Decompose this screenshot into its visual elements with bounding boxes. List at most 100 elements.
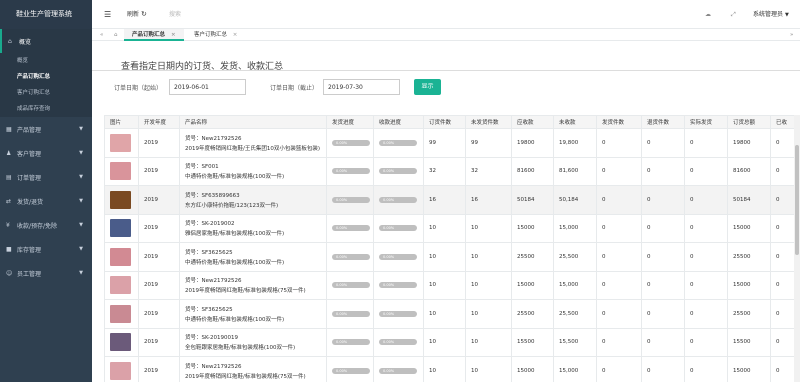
pay-progress-bar: 0.00% (379, 339, 417, 346)
col-header[interactable]: 开发年度 (138, 115, 180, 129)
unpaid-cell-value: 19,800 (559, 139, 579, 146)
paid-cell-value: 0 (776, 139, 780, 146)
actual-shipped-cell: 0 (684, 128, 728, 158)
refresh-button[interactable]: 刷新 ↻ (127, 0, 147, 29)
product-thumbnail[interactable] (110, 162, 131, 181)
pay-progress-cell: 0.00% (373, 128, 424, 158)
product-thumbnail[interactable] (110, 276, 131, 295)
order-qty-cell: 32 (423, 156, 466, 186)
col-header[interactable]: 应收款 (511, 115, 554, 129)
year-cell-value: 2019 (144, 196, 158, 203)
shipped-qty-cell-value: 0 (602, 139, 606, 146)
unpaid-cell: 25,500 (553, 242, 597, 272)
scrollbar[interactable] (794, 115, 800, 382)
col-header[interactable]: 产品名称 (179, 115, 327, 129)
col-header[interactable]: 订货总额 (727, 115, 771, 129)
shipped-qty-cell: 0 (596, 327, 642, 357)
order-qty-cell: 16 (423, 185, 466, 215)
sidebar-item-overview[interactable]: ⌂ 概览 (0, 29, 92, 53)
order-total-cell-value: 50184 (733, 196, 751, 203)
close-icon[interactable]: × (171, 32, 176, 38)
order-qty-cell-value: 10 (429, 339, 436, 346)
product-thumbnail[interactable] (110, 190, 131, 209)
tabs-scroll-right-icon[interactable]: » (782, 29, 800, 41)
unpaid-cell-value: 15,500 (559, 339, 579, 346)
col-header[interactable]: 退货件数 (641, 115, 685, 129)
col-header[interactable]: 发货件数 (596, 115, 642, 129)
product-thumbnail[interactable] (110, 333, 131, 352)
product-thumbnail[interactable] (110, 247, 131, 266)
product-name-cell: 货号：SF635899663 东方红小康特价拖鞋/123(123双一件) (179, 185, 327, 215)
submenu-product-order-summary[interactable]: 产品订购汇总 (0, 69, 92, 85)
ship-progress-cell: 0.00% (326, 128, 374, 158)
shipped-qty-cell-value: 0 (602, 282, 606, 289)
table-row[interactable]: 2019 货号：SK-20190019 全包鞋跟家居拖鞋/标准包装规格(100双一件… (104, 327, 800, 357)
sidebar-item-customers[interactable]: ♟ 客户管理 ▼ (0, 141, 92, 165)
table-row[interactable]: 2019 货号：SF3625625 中通特价拖鞋/标准包装规格(100双一件) 0.0… (104, 242, 800, 272)
divider (92, 70, 800, 71)
fullscreen-icon[interactable]: ⤢ (731, 0, 736, 29)
submenu-inventory-query[interactable]: 成品库存查询 (0, 101, 92, 117)
receivable-cell: 50184 (511, 185, 554, 215)
table-row[interactable]: 2019 货号：SF3625625 中通特价拖鞋/标准包装规格(100双一件) 0.0… (104, 299, 800, 329)
table-row[interactable]: 2019 货号：New21792526 2019年度畅销网红拖鞋/标准包装规格(75… (104, 270, 800, 300)
menu-toggle-icon[interactable]: ☰ (104, 0, 111, 29)
col-header[interactable]: 收款进度 (373, 115, 424, 129)
theme-icon[interactable]: ☁ (705, 0, 711, 29)
pay-progress-bar: 0.00% (379, 282, 417, 289)
table-row[interactable]: 2019 货号：New21792526 2019年度畅销网红拖鞋/标准包装规格(75… (104, 356, 800, 382)
year-cell-value: 2019 (144, 367, 158, 374)
show-button[interactable]: 显示 (414, 79, 441, 95)
sidebar-item-staff[interactable]: ☺ 员工管理 ▼ (0, 261, 92, 285)
sidebar-item-shipping[interactable]: ⇄ 发货/退货 ▼ (0, 189, 92, 213)
receivable-cell-value: 25500 (517, 253, 535, 260)
table-row[interactable]: 2019 货号：SF635899663 东方红小康特价拖鞋/123(123双一件) 0… (104, 185, 800, 215)
order-total-cell: 25500 (727, 299, 771, 329)
home-tab-icon[interactable]: ⌂ (106, 29, 126, 41)
users-icon: ♟ (6, 149, 12, 157)
order-total-cell-value: 15500 (733, 339, 751, 346)
table-row[interactable]: 2019 货号：SF001 中通特价拖鞋/标准包装规格(100双一件) 0.00% 0.… (104, 156, 800, 186)
sidebar-item-inventory[interactable]: ■ 库存管理 ▼ (0, 237, 92, 261)
col-header[interactable]: 实际发货 (684, 115, 728, 129)
order-total-cell-value: 15000 (733, 225, 751, 232)
order-total-cell-value: 15000 (733, 367, 751, 374)
actual-shipped-cell: 0 (684, 156, 728, 186)
product-thumbnail[interactable] (110, 304, 131, 323)
pay-progress-bar: 0.00% (379, 139, 417, 146)
col-header[interactable]: 订货件数 (423, 115, 466, 129)
ship-progress-bar: 0.00% (332, 168, 370, 175)
order-qty-cell: 99 (423, 128, 466, 158)
product-name-cell: 货号：SF001 中通特价拖鞋/标准包装规格(100双一件) (179, 156, 327, 186)
submenu-customer-order-summary[interactable]: 客户订购汇总 (0, 85, 92, 101)
product-image-cell (104, 242, 139, 272)
returned-qty-cell-value: 0 (647, 168, 651, 175)
tab-product-order-summary[interactable]: 产品订购汇总 × (124, 29, 184, 41)
col-header[interactable]: 发货进度 (326, 115, 374, 129)
product-name-cell: 货号：New21792526 2019年度畅销网红拖鞋/标准包装规格(75双一件) (179, 356, 327, 382)
start-date-input[interactable] (169, 79, 246, 95)
search-input[interactable]: 搜索 (169, 0, 181, 29)
product-thumbnail[interactable] (110, 133, 131, 152)
submenu-overview[interactable]: 概览 (0, 53, 92, 69)
table-row[interactable]: 2019 货号：SK-2019002 雅侣居家拖鞋/标准包装规格(100双一件) 0.… (104, 213, 800, 243)
order-total-cell-value: 81600 (733, 168, 751, 175)
scrollbar-thumb[interactable] (795, 145, 799, 255)
paid-cell-value: 0 (776, 253, 780, 260)
product-image-cell (104, 213, 139, 243)
col-header[interactable]: 未发货件数 (465, 115, 512, 129)
col-header[interactable]: 未收款 (553, 115, 597, 129)
user-menu[interactable]: 系统管理员 ▼ (753, 0, 789, 29)
product-thumbnail[interactable] (110, 219, 131, 238)
close-icon[interactable]: × (233, 32, 238, 38)
table-row[interactable]: 2019 货号：New21792526 2019年度畅销网红拖鞋/王氏集团10双小包… (104, 128, 800, 158)
sidebar-item-payments[interactable]: ¥ 收款/预存/免除 ▼ (0, 213, 92, 237)
end-date-input[interactable] (323, 79, 400, 95)
sidebar-item-products[interactable]: ▦ 产品管理 ▼ (0, 117, 92, 141)
col-header[interactable]: 图片 (104, 115, 139, 129)
sidebar-item-orders[interactable]: ▤ 订单管理 ▼ (0, 165, 92, 189)
tab-customer-order-summary[interactable]: 客户订购汇总 × (186, 29, 245, 41)
top-bar: ☰ 刷新 ↻ 搜索 ☁ ⤢ 系统管理员 ▼ (92, 0, 800, 29)
product-thumbnail[interactable] (110, 361, 131, 380)
product-code: 货号：SF3625625 (185, 306, 233, 313)
